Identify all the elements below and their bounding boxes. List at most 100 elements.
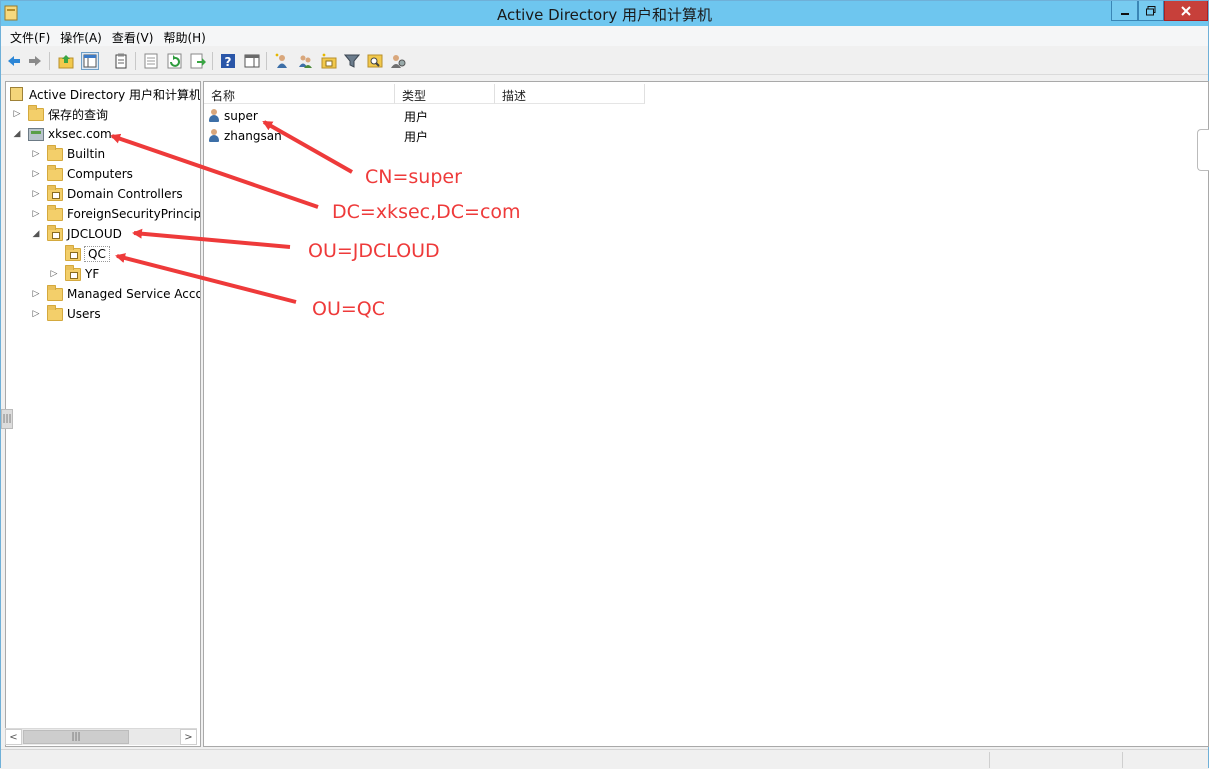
scroll-left-icon[interactable]: < — [5, 729, 22, 745]
ou-icon — [65, 244, 81, 261]
new-group-icon[interactable] — [296, 52, 314, 70]
toolbar-separator — [49, 52, 50, 70]
new-ou-icon[interactable] — [320, 52, 338, 70]
annotation-cn: CN=super — [365, 166, 462, 188]
list-item[interactable]: zhangsan 用户 — [208, 126, 608, 146]
refresh-icon[interactable] — [166, 52, 184, 70]
tree-item-label: Computers — [67, 167, 133, 181]
tree-item-builtin[interactable]: ▷ Builtin — [31, 144, 106, 163]
action-pane-tab[interactable] — [1197, 129, 1209, 171]
list-item-type: 用户 — [404, 109, 429, 124]
tree-item-label: JDCLOUD — [67, 227, 122, 241]
close-button[interactable] — [1164, 1, 1208, 21]
scroll-thumb[interactable]: ||| — [23, 730, 129, 744]
up-folder-icon[interactable] — [57, 52, 75, 70]
tree-item-yf[interactable]: ▷ YF — [49, 264, 99, 283]
ou-icon — [47, 184, 63, 201]
menu-bar: 文件(F) 操作(A) 查看(V) 帮助(H) — [1, 26, 1208, 46]
list-item-type: 用户 — [404, 129, 429, 144]
list-item-name: zhangsan — [224, 129, 282, 143]
restore-button[interactable] — [1138, 1, 1164, 21]
tree-item-managed-service-accounts[interactable]: ▷ Managed Service Accounts — [31, 284, 201, 303]
tree-horizontal-scrollbar[interactable]: < ||| > — [5, 728, 197, 745]
toolbar-separator — [212, 52, 213, 70]
tree-item-domain[interactable]: ◢ xksec.com — [12, 125, 112, 143]
user-icon — [208, 129, 220, 143]
menu-view[interactable]: 查看(V) — [107, 26, 159, 46]
toolbar-separator — [135, 52, 136, 70]
status-divider — [1122, 752, 1123, 768]
toolbar-separator — [266, 52, 267, 70]
menu-file[interactable]: 文件(F) — [5, 26, 55, 46]
annotation-ou-jdcloud: OU=JDCLOUD — [308, 240, 440, 262]
list-item-name: super — [224, 109, 258, 123]
tree-item-label: Users — [67, 307, 101, 321]
console-tree: Active Directory 用户和计算机 ▷ 保存的查询 ◢ xksec.… — [5, 81, 201, 747]
user-icon — [208, 109, 220, 123]
list-item[interactable]: super 用户 — [208, 106, 608, 126]
tree-item-domain-controllers[interactable]: ▷ Domain Controllers — [31, 184, 183, 203]
folder-icon — [47, 204, 63, 221]
directory-icon — [10, 87, 23, 101]
tree-item-label: Builtin — [67, 147, 106, 161]
expand-arrow-icon[interactable]: ▷ — [31, 209, 41, 219]
new-user-icon[interactable] — [273, 52, 291, 70]
expand-arrow-icon[interactable]: ▷ — [31, 169, 41, 179]
export-icon[interactable] — [189, 52, 207, 70]
menu-help[interactable]: 帮助(H) — [158, 26, 210, 46]
ou-icon — [65, 264, 81, 281]
tree-item-qc[interactable]: QC — [49, 244, 110, 263]
tree-root-label: Active Directory 用户和计算机 — [29, 87, 201, 102]
show-tree-icon[interactable] — [81, 52, 99, 70]
tree-item-saved-queries[interactable]: ▷ 保存的查询 — [12, 104, 108, 123]
status-divider — [989, 752, 990, 768]
collapse-arrow-icon[interactable]: ◢ — [12, 129, 22, 139]
expand-arrow-icon[interactable]: ▷ — [31, 149, 41, 159]
app-window: Active Directory 用户和计算机 文件(F) 操作(A) 查看(V… — [0, 0, 1209, 769]
menu-action[interactable]: 操作(A) — [55, 26, 107, 46]
tree-item-computers[interactable]: ▷ Computers — [31, 164, 133, 183]
help-icon[interactable]: ? — [219, 52, 237, 70]
column-header-type[interactable]: 类型 — [395, 84, 495, 104]
tree-item-foreign-security-principals[interactable]: ▷ ForeignSecurityPrincipals — [31, 204, 201, 223]
folder-icon — [28, 104, 44, 121]
show-actions-icon[interactable] — [243, 52, 261, 70]
tree-item-label: QC — [84, 246, 110, 262]
domain-icon — [28, 127, 44, 141]
column-header-name[interactable]: 名称 — [204, 84, 395, 104]
delegate-icon[interactable] — [389, 52, 407, 70]
expand-arrow-icon[interactable]: ▷ — [31, 289, 41, 299]
column-header-description[interactable]: 描述 — [495, 84, 645, 104]
annotation-dc: DC=xksec,DC=com — [332, 201, 521, 223]
clipboard-icon[interactable] — [112, 52, 130, 70]
minimize-button[interactable] — [1111, 1, 1138, 21]
folder-icon — [47, 304, 63, 321]
expand-arrow-icon[interactable]: ▷ — [31, 309, 41, 319]
folder-icon — [47, 144, 63, 161]
filter-icon[interactable] — [343, 52, 361, 70]
tree-item-label: Managed Service Accounts — [67, 287, 201, 301]
svg-text:?: ? — [225, 55, 232, 69]
find-icon[interactable] — [366, 52, 384, 70]
annotation-ou-qc: OU=QC — [312, 298, 386, 320]
folder-icon — [47, 284, 63, 301]
expand-arrow-icon[interactable]: ▷ — [12, 109, 22, 119]
tree-item-users[interactable]: ▷ Users — [31, 304, 101, 323]
expand-arrow-icon[interactable]: ▷ — [31, 189, 41, 199]
toolbar: ? — [1, 47, 1208, 75]
forward-arrow-icon[interactable] — [26, 52, 44, 70]
status-bar — [1, 749, 1208, 769]
pane-grip[interactable]: ||| — [1, 409, 13, 429]
back-arrow-icon[interactable] — [5, 52, 23, 70]
folder-icon — [47, 164, 63, 181]
collapse-arrow-icon[interactable]: ◢ — [31, 229, 41, 239]
properties-icon[interactable] — [142, 52, 160, 70]
tree-item-label: ForeignSecurityPrincipals — [67, 207, 201, 221]
tree-item-label: xksec.com — [48, 127, 112, 141]
tree-item-label: Domain Controllers — [67, 187, 183, 201]
tree-root[interactable]: Active Directory 用户和计算机 — [10, 85, 201, 103]
title-bar: Active Directory 用户和计算机 — [1, 1, 1208, 26]
scroll-right-icon[interactable]: > — [180, 729, 197, 745]
tree-item-jdcloud[interactable]: ◢ JDCLOUD — [31, 224, 122, 243]
expand-arrow-icon[interactable]: ▷ — [49, 269, 59, 279]
